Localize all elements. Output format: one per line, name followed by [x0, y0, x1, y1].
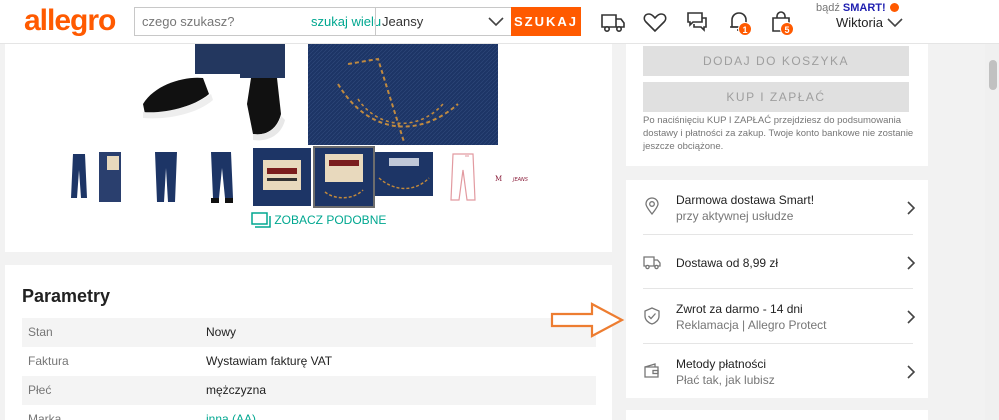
cart-badge: 5	[780, 22, 794, 36]
chevron-down-icon[interactable]	[886, 13, 904, 31]
param-label: Stan	[28, 325, 53, 339]
buy-and-pay-button[interactable]: KUP I ZAPŁAĆ	[643, 82, 909, 112]
param-label: Faktura	[28, 354, 69, 368]
truck-icon	[643, 256, 661, 270]
info-title: Metody płatności	[676, 357, 767, 371]
info-subtitle: przy aktywnej usłudze	[676, 209, 794, 223]
parameters-section: Parametry Stan Nowy Faktura Wystawiam fa…	[5, 265, 612, 420]
add-to-cart-button[interactable]: DODAJ DO KOSZYKA	[643, 46, 909, 76]
search-button[interactable]: SZUKAJ	[511, 7, 581, 36]
info-row-smart-delivery[interactable]: Darmowa dostawa Smart! przy aktywnej usł…	[643, 180, 916, 235]
info-subtitle: Reklamacja | Allegro Protect	[676, 318, 827, 332]
info-subtitle: Płać tak, jak lubisz	[676, 373, 775, 387]
info-row-free-returns[interactable]: Zwrot za darmo - 14 dni Reklamacja | All…	[643, 289, 916, 344]
thumbnail-2[interactable]	[137, 148, 195, 206]
info-row-delivery-price[interactable]: Dostawa od 8,99 zł	[643, 235, 916, 289]
smart-brand: SMART!	[842, 2, 886, 14]
info-row-payment-methods[interactable]: Metody płatności Płać tak, jak lubisz	[643, 344, 916, 398]
thumbnail-1[interactable]	[67, 148, 125, 206]
product-main-image-denim[interactable]	[308, 44, 498, 145]
scrollbar-thumb[interactable]	[989, 60, 997, 90]
similar-icon	[251, 212, 271, 228]
search-divider	[375, 8, 376, 35]
chevron-right-icon[interactable]	[905, 364, 917, 380]
annotation-arrow-icon	[550, 302, 625, 338]
next-card-edge	[626, 410, 928, 420]
heart-icon[interactable]	[642, 9, 668, 35]
info-title: Darmowa dostawa Smart!	[676, 193, 815, 207]
wallet-icon	[644, 363, 659, 378]
thumbnail-3[interactable]	[195, 148, 253, 206]
smart-dot-icon	[889, 3, 899, 12]
parameters-title: Parametry	[22, 286, 111, 306]
thumbnail-8-brand[interactable]: M JEANS	[485, 148, 543, 206]
param-value: Nowy	[206, 325, 237, 339]
smart-prefix: bądź	[816, 2, 840, 14]
shield-icon	[644, 307, 660, 325]
brand-link[interactable]: inna (AA)	[206, 412, 256, 420]
param-row: Stan Nowy	[22, 318, 596, 347]
chevron-right-icon[interactable]	[905, 200, 917, 216]
see-similar-label: ZOBACZ PODOBNE	[274, 213, 387, 227]
allegro-logo[interactable]: allegro	[24, 4, 116, 38]
param-value: Wystawiam fakturę VAT	[206, 354, 333, 368]
chat-icon[interactable]	[684, 9, 710, 35]
thumbnail-5-selected[interactable]	[313, 146, 375, 208]
chevron-right-icon[interactable]	[905, 255, 917, 271]
param-label: Płeć	[28, 383, 52, 397]
top-header: allegro szukaj wielu Jeansy SZUKAJ 1 5 b…	[0, 0, 999, 44]
delivery-info-section: Darmowa dostawa Smart! przy aktywnej usł…	[626, 180, 928, 398]
truck-icon[interactable]	[600, 9, 626, 35]
product-gallery: M JEANS ZOBACZ PODOBNE	[5, 44, 612, 252]
see-similar-link[interactable]: ZOBACZ PODOBNE	[251, 212, 386, 232]
user-name[interactable]: Wiktoria	[836, 15, 883, 30]
buy-note: Po naciśnięciu KUP I ZAPŁAĆ przejdziesz …	[643, 115, 914, 152]
svg-text:M: M	[495, 175, 502, 183]
chevron-right-icon[interactable]	[905, 309, 917, 325]
search-many-link[interactable]: szukaj wielu	[311, 14, 381, 29]
param-row: Faktura Wystawiam fakturę VAT	[22, 347, 596, 376]
param-value: mężczyzna	[206, 383, 267, 397]
thumbnail-4[interactable]	[253, 148, 311, 206]
product-main-image-shoes[interactable]	[125, 44, 305, 144]
page-scrollbar[interactable]	[985, 44, 999, 420]
info-title: Dostawa od 8,99 zł	[676, 256, 779, 270]
info-title: Zwrot za darmo - 14 dni	[676, 302, 803, 316]
category-select[interactable]: Jeansy	[382, 14, 423, 29]
param-label: Marka	[28, 412, 62, 420]
param-row: Marka inna (AA)	[22, 405, 596, 420]
search-bar: szukaj wielu Jeansy SZUKAJ	[134, 7, 581, 36]
thumbnail-6[interactable]	[375, 148, 433, 206]
param-row: Płeć mężczyzna	[22, 376, 596, 405]
chevron-down-icon[interactable]	[487, 12, 505, 30]
purchase-box: DODAJ DO KOSZYKA KUP I ZAPŁAĆ Po naciśni…	[626, 44, 928, 166]
smart-pin-icon	[645, 197, 659, 215]
svg-text:JEANS: JEANS	[512, 177, 529, 183]
notifications-badge: 1	[738, 22, 752, 36]
